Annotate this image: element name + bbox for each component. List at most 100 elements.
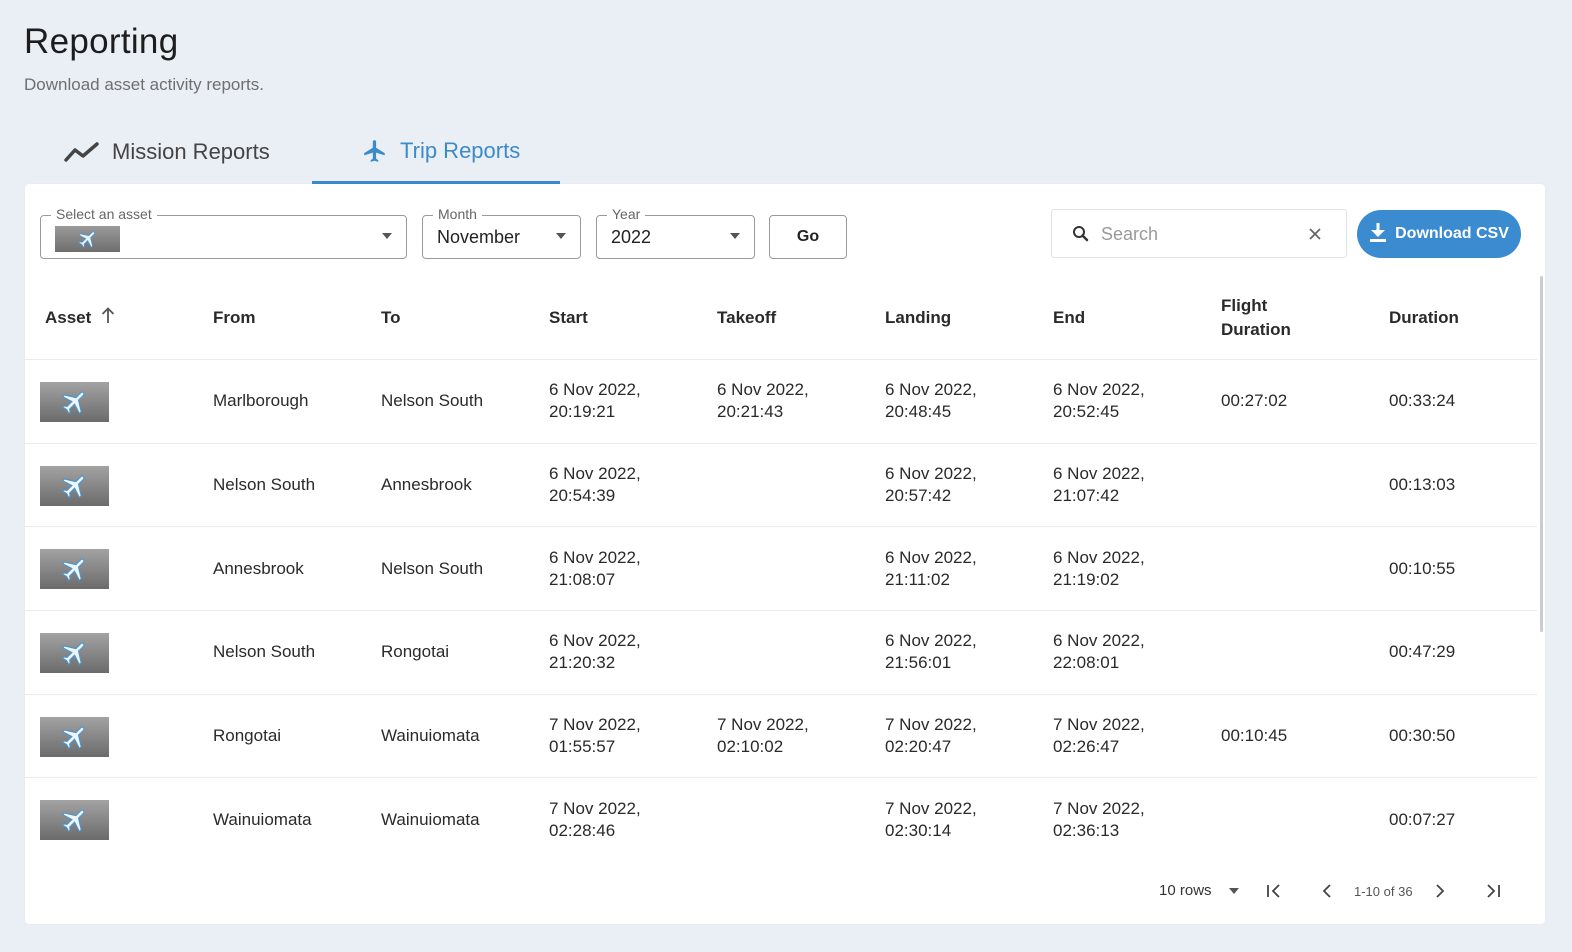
cell-end-line: 21:07:42 xyxy=(1053,486,1120,506)
table-scrollbar[interactable] xyxy=(1540,276,1543,632)
cell-landing-line: 20:57:42 xyxy=(885,486,952,506)
cell-end-line: 22:08:01 xyxy=(1053,653,1120,673)
column-header-takeoff[interactable]: Takeoff xyxy=(717,276,776,360)
cell-takeoff-line: 20:21:43 xyxy=(717,402,784,422)
column-header-duration[interactable]: Duration xyxy=(1389,276,1459,360)
year-select[interactable]: Year 2022 xyxy=(596,206,755,259)
year-select-value: 2022 xyxy=(611,227,652,247)
cell-landing-line: 21:56:01 xyxy=(885,653,952,673)
cell-duration: 00:33:24 xyxy=(1389,391,1456,411)
cell-duration: 00:07:27 xyxy=(1389,810,1456,830)
cell-landing: 6 Nov 2022, 21:11:02 xyxy=(885,527,977,610)
cell-end: 6 Nov 2022, 22:08:01 xyxy=(1053,611,1145,694)
cell-duration: 00:30:50 xyxy=(1389,726,1456,746)
first-page-icon[interactable] xyxy=(1264,881,1284,901)
cell-landing-line: 21:11:02 xyxy=(885,569,950,589)
cell-end-line: 02:36:13 xyxy=(1053,821,1120,841)
go-button[interactable]: Go xyxy=(769,215,847,259)
cell-start-line: 6 Nov 2022, xyxy=(549,631,641,651)
cell-to: Annesbrook xyxy=(381,475,472,495)
cell-flight-duration: 00:10:45 xyxy=(1221,726,1288,746)
cell-to: Nelson South xyxy=(381,391,484,411)
cell-from: Nelson South xyxy=(213,642,316,662)
last-page-icon[interactable] xyxy=(1483,881,1503,901)
cell-takeoff: 7 Nov 2022, 02:10:02 xyxy=(717,695,809,778)
cell-end: 7 Nov 2022, 02:26:47 xyxy=(1053,695,1145,778)
table-row[interactable]: Marlborough Nelson South 6 Nov 2022, 20:19:… xyxy=(25,360,1537,444)
cell-takeoff-line: 6 Nov 2022, xyxy=(717,380,809,400)
cell-end: 6 Nov 2022, 21:19:02 xyxy=(1053,527,1145,610)
search-input[interactable]: Search xyxy=(1051,209,1347,258)
cell-from: Annesbrook xyxy=(213,558,304,578)
download-icon xyxy=(1369,221,1387,248)
table-row[interactable]: Rongotai Wainuiomata 7 Nov 2022, 01:55:57 7 … xyxy=(25,695,1537,779)
table-body: Marlborough Nelson South 6 Nov 2022, 20:19:… xyxy=(25,360,1537,862)
cell-takeoff-line: 7 Nov 2022, xyxy=(717,715,809,735)
previous-page-icon[interactable] xyxy=(1317,881,1337,901)
cell-start: 7 Nov 2022, 02:28:46 xyxy=(549,778,641,862)
column-header-to[interactable]: To xyxy=(381,276,401,360)
download-csv-button[interactable]: Download CSV xyxy=(1357,210,1521,258)
search-icon xyxy=(1072,225,1089,247)
asset-airplane-thumbnail xyxy=(40,633,109,674)
cell-start-line: 02:28:46 xyxy=(549,821,616,841)
chevron-down-icon xyxy=(382,233,392,239)
asset-airplane-thumbnail xyxy=(55,226,120,252)
month-select-value: November xyxy=(437,227,521,247)
cell-landing: 7 Nov 2022, 02:20:47 xyxy=(885,695,977,778)
column-header-asset[interactable]: Asset xyxy=(45,276,115,360)
table-row[interactable]: Wainuiomata Wainuiomata 7 Nov 2022, 02:28:4… xyxy=(25,778,1537,862)
asset-select-label: Select an asset xyxy=(51,206,157,222)
next-page-icon[interactable] xyxy=(1430,881,1450,901)
report-card: Select an asset Month November Year 2022… xyxy=(25,184,1545,924)
chevron-down-icon[interactable] xyxy=(1229,888,1239,894)
column-header-from[interactable]: From xyxy=(213,276,256,360)
asset-airplane-thumbnail xyxy=(40,800,109,841)
sort-ascending-icon[interactable] xyxy=(101,306,115,331)
cell-start-line: 01:55:57 xyxy=(549,737,616,757)
month-select-label: Month xyxy=(433,206,482,222)
column-header-landing[interactable]: Landing xyxy=(885,276,951,360)
cell-landing-line: 6 Nov 2022, xyxy=(885,380,977,400)
table-row[interactable]: Nelson South Rongotai 6 Nov 2022, 21:20:32 6… xyxy=(25,611,1537,695)
cell-start-line: 21:20:32 xyxy=(549,653,616,673)
cell-takeoff: 6 Nov 2022, 20:21:43 xyxy=(717,360,809,443)
cell-end: 6 Nov 2022, 20:52:45 xyxy=(1053,360,1145,443)
column-header-end[interactable]: End xyxy=(1053,276,1085,360)
cell-to: Wainuiomata xyxy=(381,810,480,830)
cell-duration: 00:13:03 xyxy=(1389,475,1456,495)
column-header-start[interactable]: Start xyxy=(549,276,588,360)
cell-landing-line: 20:48:45 xyxy=(885,402,952,422)
rows-per-page-select[interactable]: 10 rows xyxy=(1159,882,1212,908)
asset-select[interactable]: Select an asset xyxy=(40,206,407,259)
cell-end-line: 7 Nov 2022, xyxy=(1053,715,1145,735)
cell-end-line: 6 Nov 2022, xyxy=(1053,547,1145,567)
cell-start-line: 21:08:07 xyxy=(549,569,616,589)
month-select[interactable]: Month November xyxy=(422,206,581,259)
cell-from: Marlborough xyxy=(213,391,309,411)
download-csv-label: Download CSV xyxy=(1395,225,1509,242)
cell-flight-duration: 00:27:02 xyxy=(1221,391,1288,411)
tab-trip-reports[interactable]: Trip Reports xyxy=(312,120,560,184)
cell-start-line: 6 Nov 2022, xyxy=(549,380,641,400)
cell-landing: 6 Nov 2022, 20:48:45 xyxy=(885,360,977,443)
cell-landing: 6 Nov 2022, 21:56:01 xyxy=(885,611,977,694)
report-tabs: Mission Reports Trip Reports xyxy=(24,120,584,184)
cell-end-line: 6 Nov 2022, xyxy=(1053,464,1145,484)
cell-start: 6 Nov 2022, 21:20:32 xyxy=(549,611,641,694)
cell-from: Wainuiomata xyxy=(213,810,312,830)
table-row[interactable]: Annesbrook Nelson South 6 Nov 2022, 21:08:0… xyxy=(25,527,1537,612)
tab-mission-reports-label: Mission Reports xyxy=(112,139,270,164)
cell-to: Rongotai xyxy=(381,642,450,662)
cell-to: Wainuiomata xyxy=(381,726,480,746)
cell-end-line: 6 Nov 2022, xyxy=(1053,631,1145,651)
page-range: 1-10 of 36 xyxy=(1354,884,1413,899)
cell-start-line: 20:54:39 xyxy=(549,486,616,506)
clear-search-icon[interactable] xyxy=(1308,227,1322,246)
table-row[interactable]: Nelson South Annesbrook 6 Nov 2022, 20:54:3… xyxy=(25,444,1537,528)
cell-landing-line: 7 Nov 2022, xyxy=(885,799,977,819)
cell-landing-line: 02:30:14 xyxy=(885,821,952,841)
column-header-flight-duration[interactable]: Flight Duration xyxy=(1221,276,1301,360)
cell-start: 6 Nov 2022, 21:08:07 xyxy=(549,527,641,610)
tab-mission-reports[interactable]: Mission Reports xyxy=(64,120,270,184)
